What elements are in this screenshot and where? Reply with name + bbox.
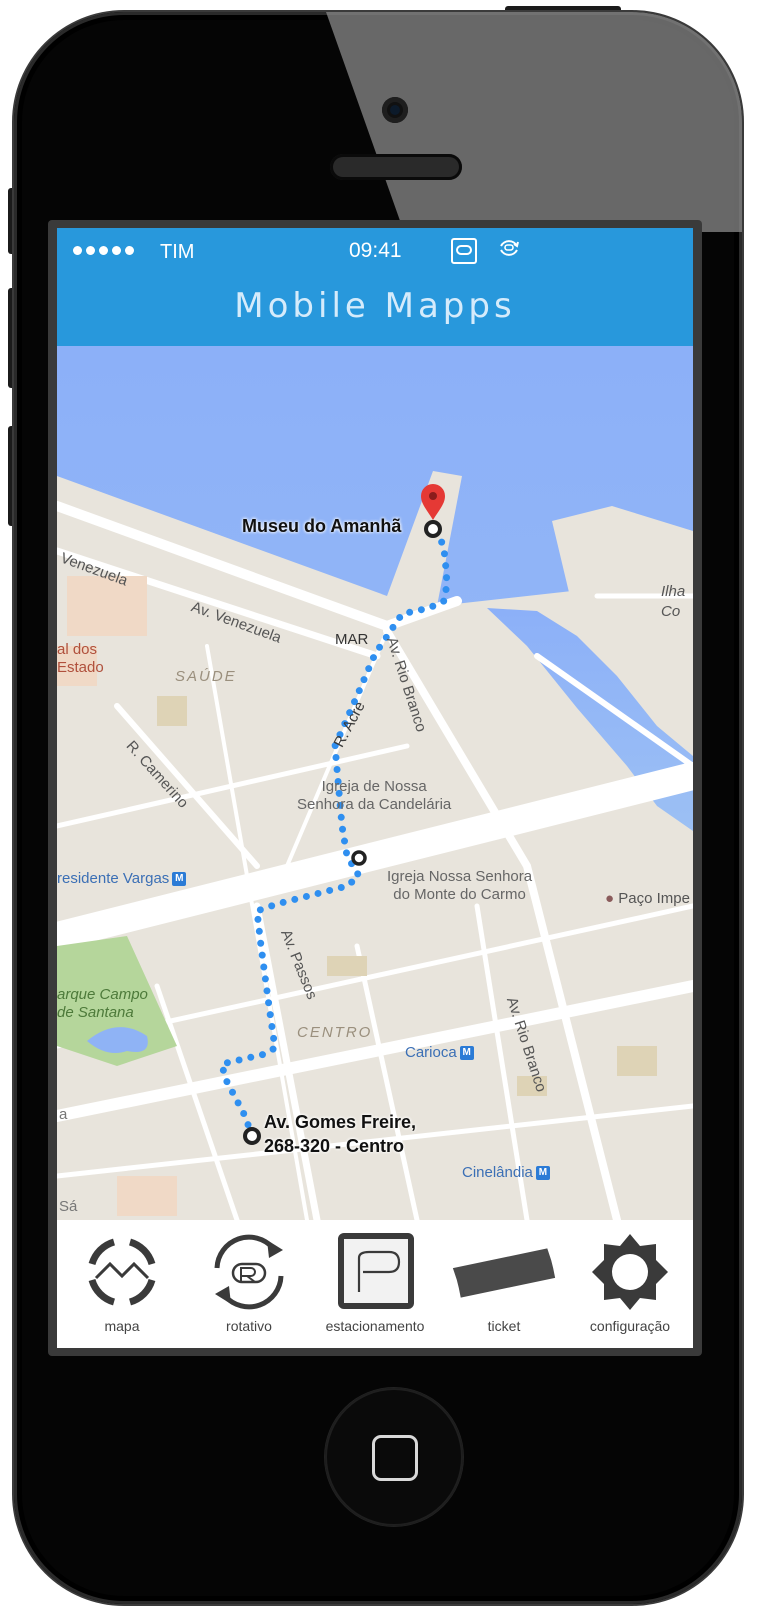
place-label-candelaria: Igreja de Nossa Senhora da Candelária [297, 778, 452, 813]
nav-label-mapa: mapa [104, 1318, 140, 1334]
destination-label: Museu do Amanhã [242, 516, 402, 536]
nav-item-ticket[interactable]: ticket [444, 1220, 564, 1348]
carrier-name: TIM [160, 241, 195, 263]
nav-label-rotativo: rotativo [226, 1318, 272, 1334]
nav-label-estacionamento: estacionamento [325, 1318, 425, 1334]
front-camera [382, 97, 408, 123]
status-bar: TIM 09:41 [57, 228, 693, 272]
metro-label-carioca[interactable]: Carioca M [405, 1044, 474, 1061]
place-label-ilha: Ilha Co [661, 583, 686, 620]
place-label-paco: ● Paço Impe [605, 890, 690, 907]
earpiece-speaker [330, 154, 462, 180]
home-button[interactable] [325, 1388, 463, 1526]
nav-item-rotativo[interactable]: rotativo [189, 1220, 309, 1348]
nav-label-configuracao: configuração [589, 1318, 671, 1334]
map-compass-icon [88, 1238, 156, 1306]
nav-label-ticket: ticket [487, 1318, 521, 1334]
place-label-monte-carmo: Igreja Nossa Senhora do Monte do Carmo [387, 868, 533, 903]
rotary-parking-icon [214, 1234, 284, 1310]
nav-item-mapa[interactable]: mapa [62, 1220, 182, 1348]
place-label-mar: MAR [335, 631, 369, 648]
gear-icon [592, 1234, 668, 1310]
ticket-icon [452, 1248, 556, 1298]
bottom-nav-bar: mapa rotativo estacionamento ticket conf… [57, 1220, 693, 1348]
route-destination-marker[interactable] [424, 520, 442, 538]
area-label-centro: CENTRO [297, 1024, 373, 1041]
app-screen: TIM 09:41 Mobile Mapps Museu do Amanhã A… [57, 228, 693, 1348]
home-button-square-icon [372, 1435, 418, 1481]
route-origin-marker[interactable] [243, 1127, 261, 1145]
street-label-pres-vargas: residente Vargas M [57, 870, 187, 887]
rotary-status-icon [500, 240, 519, 256]
origin-label-line2: 268-320 - Centro [264, 1136, 405, 1156]
place-label-sa: Sá [59, 1198, 78, 1215]
place-label-hospital: al dos Estado [57, 641, 104, 676]
metro-label-cinelandia[interactable]: Cinelândia M [462, 1164, 550, 1181]
nav-item-configuracao[interactable]: configuração [570, 1220, 690, 1348]
origin-label-line1: Av. Gomes Freire, [264, 1112, 417, 1132]
area-label-saude: SAÚDE [175, 668, 237, 685]
route-waypoint-marker[interactable] [351, 850, 367, 866]
parking-icon [338, 1233, 414, 1309]
signal-strength-icon [73, 246, 134, 255]
nav-item-estacionamento[interactable]: estacionamento [315, 1220, 435, 1348]
app-logo-title: Mobile Mapps [234, 286, 516, 326]
parking-status-icon [451, 238, 477, 264]
place-label-campo-santana: arque Campo de Santana [57, 986, 148, 1021]
app-header: Mobile Mapps [57, 272, 693, 346]
status-time: 09:41 [349, 239, 402, 262]
place-label-a: a [59, 1106, 68, 1123]
map-view[interactable]: Museu do Amanhã Av. Gomes Freire, 268-32… [57, 346, 693, 1220]
